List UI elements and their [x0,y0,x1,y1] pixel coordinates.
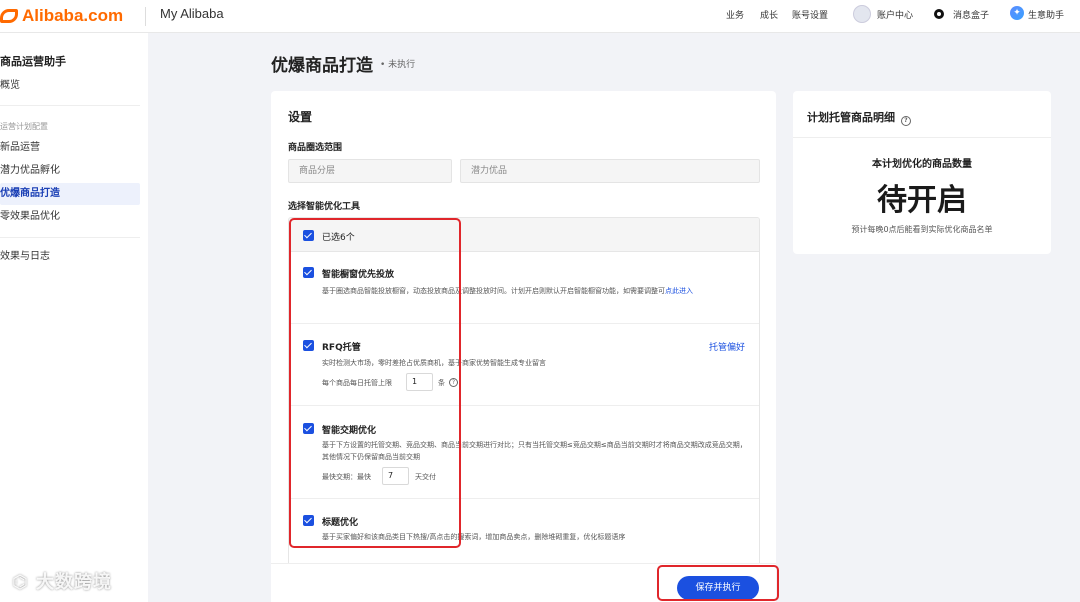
account-center-link[interactable]: 账户中心 [877,8,913,21]
status-badge: • 未执行 [380,60,416,70]
my-alibaba-title[interactable]: My Alibaba [160,6,224,21]
avatar[interactable] [853,5,871,23]
watermark-text: 大数跨境 [36,572,112,593]
sidebar-item-logs[interactable]: 效果与日志 [0,246,140,268]
range-label: 商品圈选范围 [288,143,343,153]
assistant-link[interactable]: 生意助手 [1028,8,1064,21]
message-box-icon[interactable] [934,9,944,19]
settings-heading: 设置 [288,110,313,124]
plan-heading-text: 计划托管商品明细 [807,111,895,124]
page-title: 优爆商品打造 [271,56,373,76]
plan-heading: 计划托管商品明细 ? [807,109,911,126]
nav-growth[interactable]: 成长 [760,8,778,21]
plan-status-value: 待开启 [877,183,967,218]
sidebar-divider [0,237,140,238]
watermark: ⌬ 大数跨境 [12,568,112,594]
sidebar-divider [0,105,140,106]
watermark-icon: ⌬ [12,572,29,593]
sidebar-item-hot-product[interactable]: 优爆商品打造 [0,183,140,205]
message-box-link[interactable]: 消息盒子 [953,8,989,21]
potential-product-select[interactable]: 潜力优品 [460,159,760,183]
sidebar-group-label: 运营计划配置 [0,122,48,131]
top-bar: Alibaba.com My Alibaba 业务 成长 账号设置 账户中心 消… [0,0,1080,33]
alibaba-logo-icon [0,9,18,23]
enter-link[interactable]: 点此进入 [665,287,693,295]
sidebar-item-new-product[interactable]: 新品运营 [0,137,140,159]
help-icon[interactable]: ? [900,116,911,126]
highlight-box-tools [289,218,461,548]
logo-text: Alibaba.com [22,6,124,25]
divider [145,7,146,26]
hosting-preference-link[interactable]: 托管偏好 [709,340,745,353]
divider [793,137,1051,138]
sidebar: 商品运营助手 概览 运营计划配置 新品运营 潜力优品孵化 优爆商品打造 零效果品… [0,33,148,602]
nav-business[interactable]: 业务 [726,8,744,21]
nav-account-settings[interactable]: 账号设置 [792,8,828,21]
product-tier-select[interactable]: 商品分层 [288,159,452,183]
plan-note: 预计每晚0点后能看到实际优化商品名单 [851,225,993,234]
plan-detail-card: 计划托管商品明细 ? 本计划优化的商品数量 待开启 预计每晚0点后能看到实际优化… [793,91,1051,254]
tools-label: 选择智能优化工具 [288,202,361,212]
assistant-icon[interactable]: ✦ [1010,6,1024,20]
sidebar-item-potential[interactable]: 潜力优品孵化 [0,160,140,182]
plan-count-label: 本计划优化的商品数量 [872,159,972,170]
sidebar-title: 商品运营助手 [0,55,66,68]
alibaba-logo[interactable]: Alibaba.com [0,4,123,28]
sidebar-item-zero-effect[interactable]: 零效果品优化 [0,206,140,228]
sidebar-item-overview[interactable]: 概览 [0,75,140,97]
highlight-box-save [657,565,779,601]
